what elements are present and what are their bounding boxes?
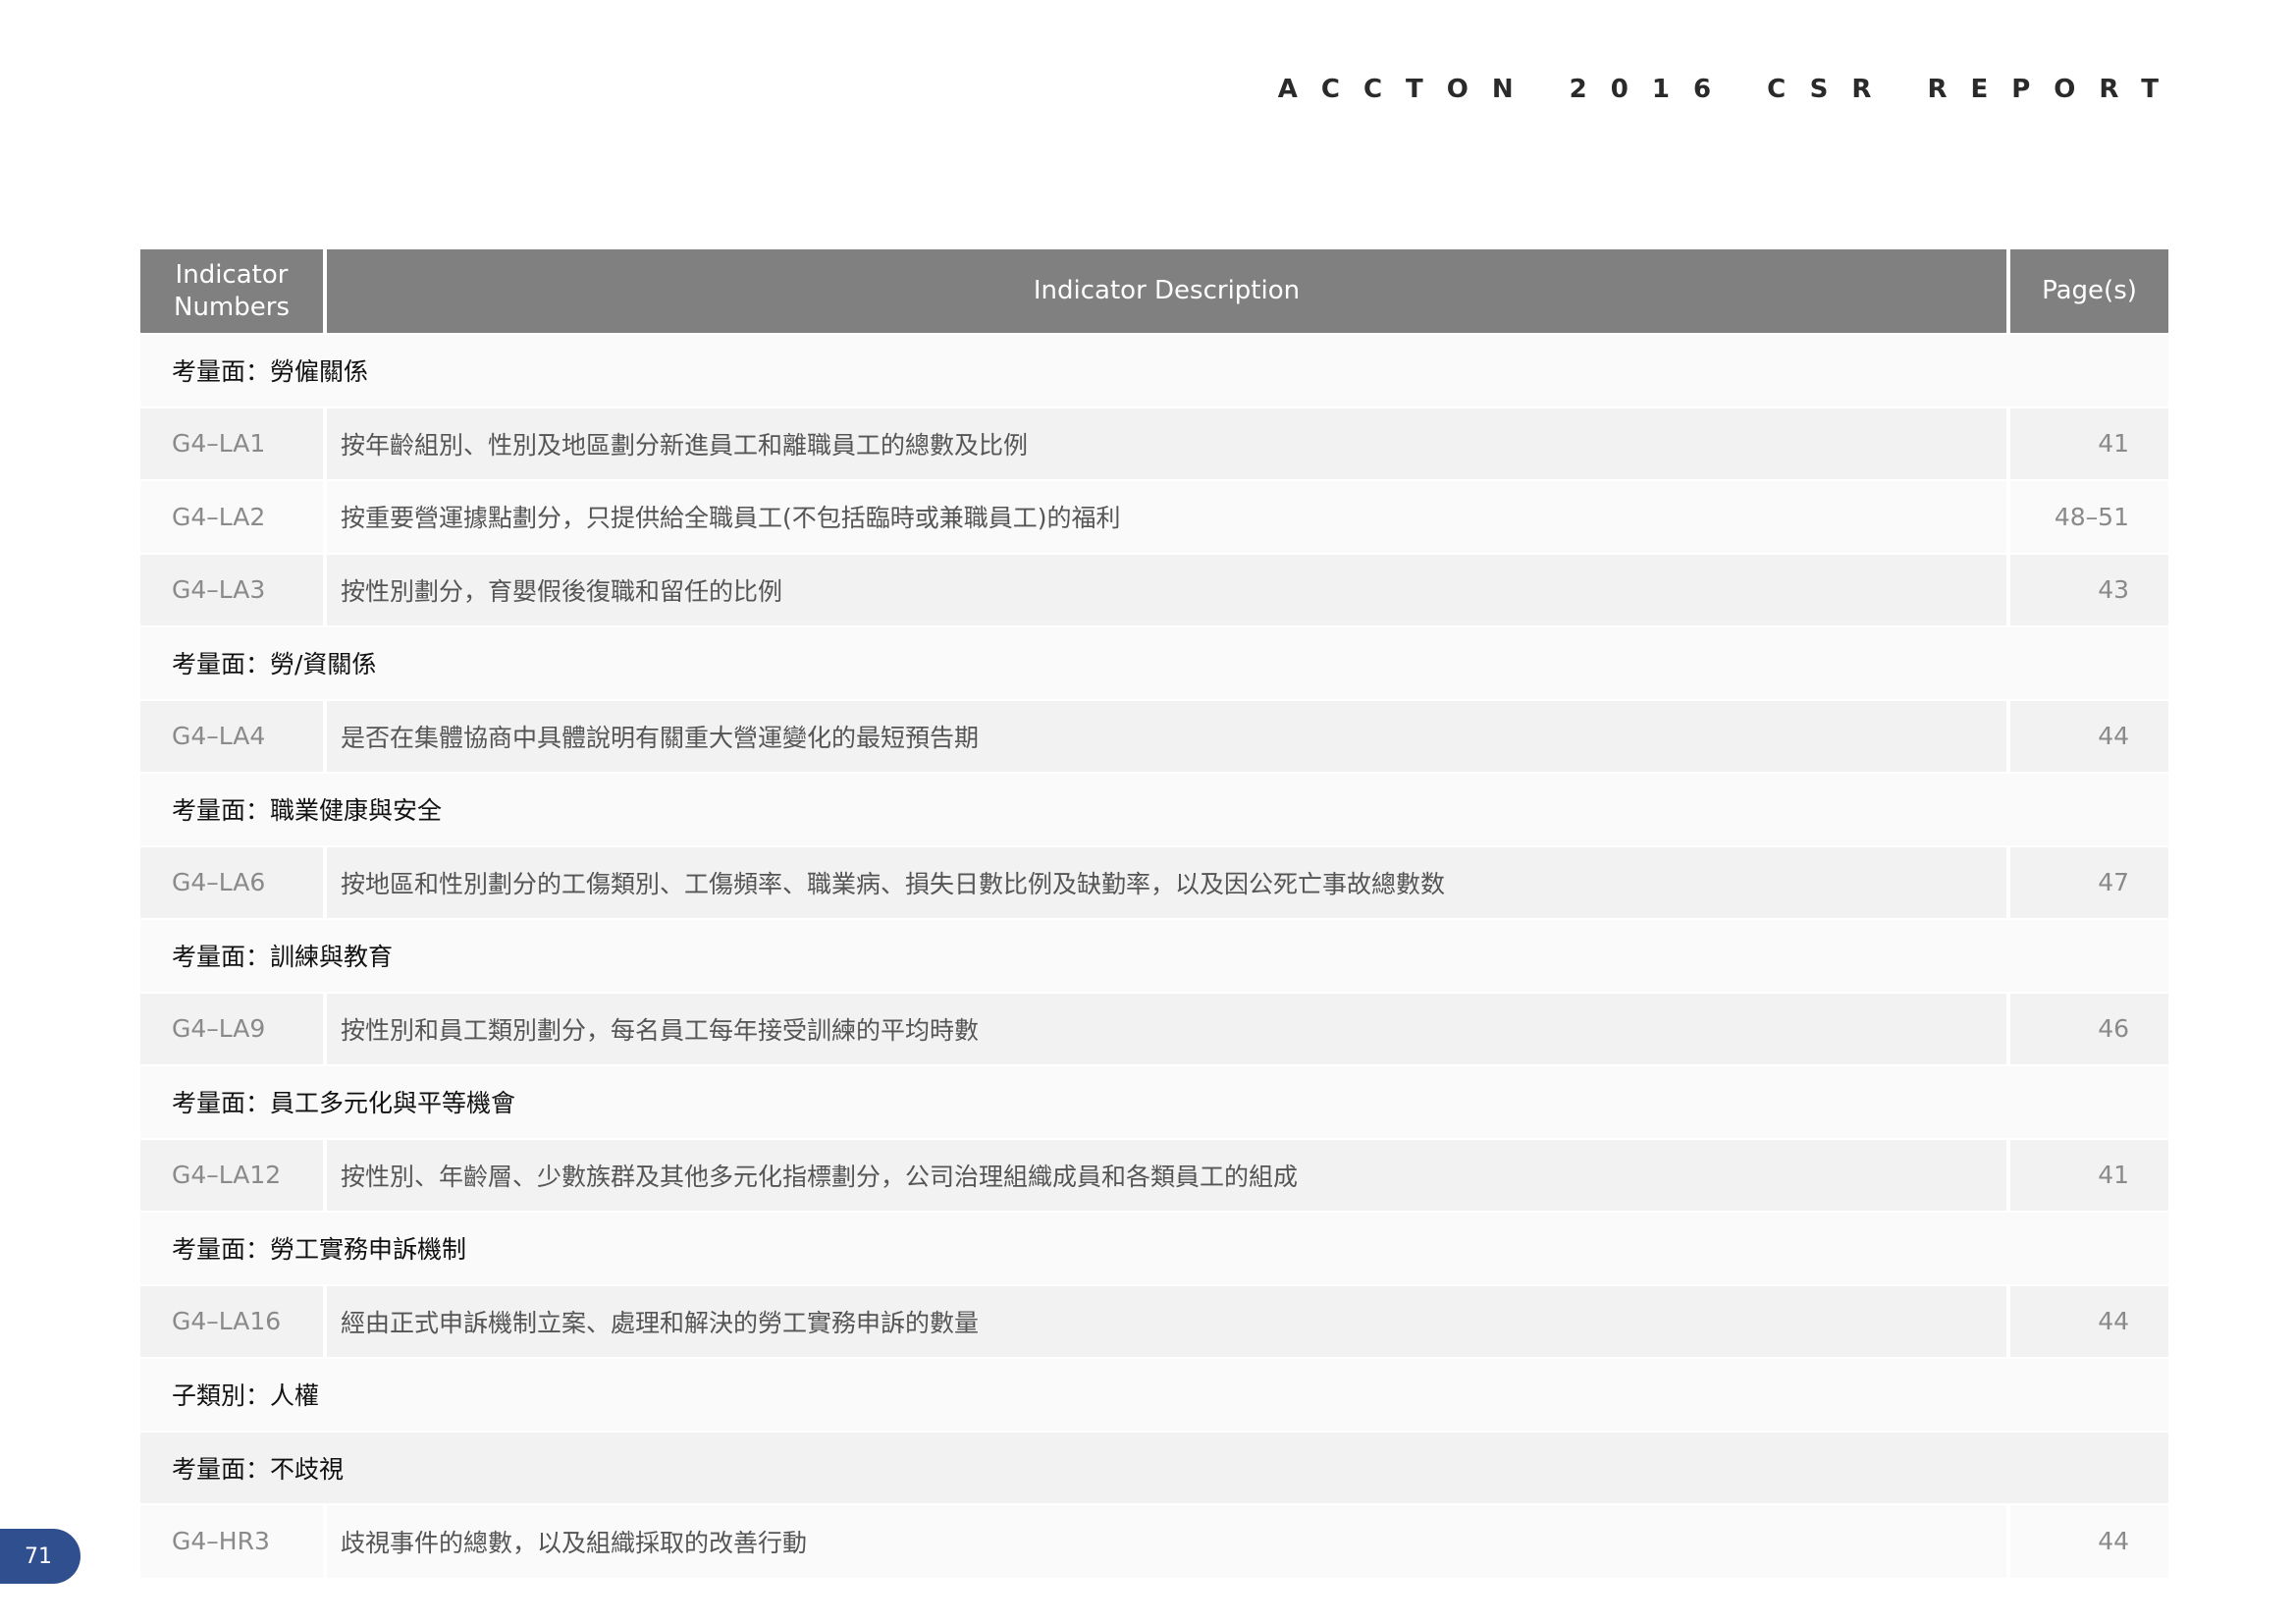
- table-row: G4–LA16 經由正式申訴機制立案、處理和解決的勞工實務申訴的數量 44: [140, 1283, 2168, 1358]
- indicator-description: 歧視事件的總數，以及組織採取的改善行動: [325, 1503, 2010, 1578]
- indicator-pages: 44: [2008, 698, 2168, 773]
- indicator-pages: 41: [2008, 406, 2168, 480]
- category-label: 考量面：勞工實務申訴機制: [140, 1211, 2168, 1285]
- indicator-number: G4–LA9: [140, 991, 327, 1065]
- indicator-number: G4–LA6: [140, 844, 327, 919]
- column-header-pages: Page(s): [2008, 249, 2168, 334]
- indicator-description: 按性別和員工類別劃分，每名員工每年接受訓練的平均時數: [325, 991, 2010, 1065]
- gri-index-table-container: Indicator Numbers Indicator Description …: [140, 249, 2168, 1578]
- indicator-description: 經由正式申訴機制立案、處理和解決的勞工實務申訴的數量: [325, 1283, 2010, 1358]
- table-row: G4–LA3 按性別劃分，育嬰假後復職和留任的比例 43: [140, 552, 2168, 626]
- table-row: G4–LA1 按年齡組別、性別及地區劃分新進員工和離職員工的總數及比例 41: [140, 406, 2168, 480]
- indicator-pages: 47: [2008, 844, 2168, 919]
- table-row: G4–LA4 是否在集體協商中具體說明有關重大營運變化的最短預告期 44: [140, 698, 2168, 773]
- page-number: 71: [25, 1543, 52, 1569]
- indicator-description: 按年齡組別、性別及地區劃分新進員工和離職員工的總數及比例: [325, 406, 2010, 480]
- column-header-indicator-description: Indicator Description: [325, 249, 2010, 334]
- indicator-description: 按性別劃分，育嬰假後復職和留任的比例: [325, 552, 2010, 626]
- category-row: 考量面：不歧視: [140, 1430, 2168, 1504]
- category-row: 考量面：職業健康與安全: [140, 772, 2168, 846]
- indicator-number: G4–HR3: [140, 1503, 327, 1578]
- indicator-number: G4–LA12: [140, 1137, 327, 1212]
- category-row: 考量面：訓練與教育: [140, 918, 2168, 993]
- indicator-number: G4–LA3: [140, 552, 327, 626]
- category-row: 考量面：勞工實務申訴機制: [140, 1211, 2168, 1285]
- table-row: G4–LA9 按性別和員工類別劃分，每名員工每年接受訓練的平均時數 46: [140, 991, 2168, 1065]
- indicator-description: 按地區和性別劃分的工傷類別、工傷頻率、職業病、損失日數比例及缺勤率，以及因公死亡…: [325, 844, 2010, 919]
- indicator-number: G4–LA4: [140, 698, 327, 773]
- indicator-pages: 44: [2008, 1283, 2168, 1358]
- category-row: 考量面：員工多元化與平等機會: [140, 1064, 2168, 1139]
- table-header-row: Indicator Numbers Indicator Description …: [140, 249, 2168, 334]
- indicator-pages: 44: [2008, 1503, 2168, 1578]
- report-header: ACCTON 2016 CSR REPORT: [1277, 75, 2182, 104]
- indicator-pages: 48–51: [2008, 479, 2168, 554]
- column-header-indicator-numbers-line2: Numbers: [174, 292, 290, 322]
- indicator-description: 是否在集體協商中具體說明有關重大營運變化的最短預告期: [325, 698, 2010, 773]
- page-number-tab: 71: [0, 1529, 80, 1584]
- indicator-description: 按重要營運據點劃分，只提供給全職員工(不包括臨時或兼職員工)的福利: [325, 479, 2010, 554]
- category-row: 考量面：勞/資關係: [140, 625, 2168, 700]
- table-row: G4–LA12 按性別、年齡層、少數族群及其他多元化指標劃分，公司治理組織成員和…: [140, 1137, 2168, 1212]
- indicator-pages: 46: [2008, 991, 2168, 1065]
- table-row: G4–LA6 按地區和性別劃分的工傷類別、工傷頻率、職業病、損失日數比例及缺勤率…: [140, 844, 2168, 919]
- category-label: 考量面：訓練與教育: [140, 918, 2168, 993]
- category-label: 考量面：職業健康與安全: [140, 772, 2168, 846]
- category-label: 考量面：勞僱關係: [140, 333, 2168, 407]
- category-row: 子類別：人權: [140, 1357, 2168, 1432]
- gri-index-table: Indicator Numbers Indicator Description …: [140, 249, 2168, 1578]
- column-header-indicator-numbers: Indicator Numbers: [140, 249, 327, 334]
- category-label: 考量面：員工多元化與平等機會: [140, 1064, 2168, 1139]
- category-label: 考量面：勞/資關係: [140, 625, 2168, 700]
- category-row: 考量面：勞僱關係: [140, 333, 2168, 407]
- category-label: 子類別：人權: [140, 1357, 2168, 1432]
- indicator-pages: 43: [2008, 552, 2168, 626]
- indicator-pages: 41: [2008, 1137, 2168, 1212]
- indicator-number: G4–LA16: [140, 1283, 327, 1358]
- table-row: G4–LA2 按重要營運據點劃分，只提供給全職員工(不包括臨時或兼職員工)的福利…: [140, 479, 2168, 554]
- indicator-number: G4–LA1: [140, 406, 327, 480]
- indicator-number: G4–LA2: [140, 479, 327, 554]
- indicator-description: 按性別、年齡層、少數族群及其他多元化指標劃分，公司治理組織成員和各類員工的組成: [325, 1137, 2010, 1212]
- column-header-indicator-numbers-line1: Indicator: [175, 259, 289, 290]
- table-row: G4–HR3 歧視事件的總數，以及組織採取的改善行動 44: [140, 1503, 2168, 1578]
- category-label: 考量面：不歧視: [140, 1430, 2168, 1504]
